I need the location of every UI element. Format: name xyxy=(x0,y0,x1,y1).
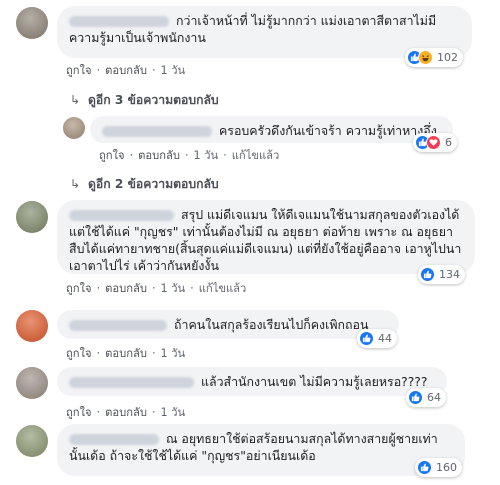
like-link[interactable]: ถูกใจ xyxy=(66,64,92,77)
laughing-face-icon xyxy=(418,50,433,65)
reaction-summary[interactable]: 160 xyxy=(415,458,462,477)
comment-bubble: สรุป แม่ดีเจแมน ให้ดีเจแมนใช้นามสกุลของต… xyxy=(57,200,475,274)
timestamp[interactable]: 1 วัน xyxy=(161,347,186,360)
comment-actions: ถูกใจ · ตอบกลับ · 1 วัน xyxy=(66,64,186,77)
edited-label[interactable]: แก้ไขแล้ว xyxy=(199,282,247,295)
like-link[interactable]: ถูกใจ xyxy=(66,406,92,419)
commenter-name[interactable] xyxy=(69,16,169,27)
commenter-name[interactable] xyxy=(102,126,212,137)
commenter-name[interactable] xyxy=(69,320,167,331)
comment-actions: ถูกใจ · ตอบกลับ · 1 วัน · แก้ไขแล้ว xyxy=(66,282,247,295)
avatar[interactable] xyxy=(16,201,48,233)
comment-bubble: ถ้าคนในสกุลร้องเรียนไปก็คงเพิกถอน xyxy=(57,310,399,339)
comment-actions: ถูกใจ · ตอบกลับ · 1 วัน xyxy=(66,406,186,419)
thumbs-up-icon xyxy=(408,390,423,405)
avatar[interactable] xyxy=(16,367,48,399)
reaction-count: 134 xyxy=(439,268,460,281)
commenter-name[interactable] xyxy=(69,210,174,221)
reply-link[interactable]: ตอบกลับ xyxy=(105,347,147,360)
reaction-count: 64 xyxy=(427,391,441,404)
comment-bubble: แล้วสำนักงานเขต ไม่มีความรู้เลยหรอ???? xyxy=(57,367,447,396)
comment-bubble: ครอบครัวดึงกันเข้าจร้า ความรู้เท่าหางอึ่… xyxy=(90,116,453,143)
comment-bubble: ณ อยุทธยาใช้ต่อสร้อยนามสกุลได้ทางสายผู้ช… xyxy=(57,424,465,476)
reply-link[interactable]: ตอบกลับ xyxy=(138,149,180,162)
timestamp[interactable]: 1 วัน xyxy=(194,149,219,162)
thumbs-up-icon xyxy=(359,331,374,346)
timestamp[interactable]: 1 วัน xyxy=(161,406,186,419)
reaction-summary[interactable]: 134 xyxy=(418,265,465,284)
timestamp[interactable]: 1 วัน xyxy=(161,282,186,295)
thumbs-up-icon xyxy=(417,460,432,475)
commenter-name[interactable] xyxy=(69,377,194,388)
like-link[interactable]: ถูกใจ xyxy=(66,347,92,360)
edited-label[interactable]: แก้ไขแล้ว xyxy=(232,149,280,162)
like-link[interactable]: ถูกใจ xyxy=(66,282,92,295)
reaction-summary[interactable]: 102 xyxy=(405,48,463,67)
comment-text: ครอบครัวดึงกันเข้าจร้า ความรู้เท่าหางอึ่… xyxy=(219,123,437,138)
commenter-name[interactable] xyxy=(69,434,159,445)
avatar[interactable] xyxy=(16,7,48,39)
reaction-count: 6 xyxy=(445,136,452,149)
reply-link[interactable]: ตอบกลับ xyxy=(105,406,147,419)
thumbs-up-icon xyxy=(420,267,435,282)
avatar[interactable] xyxy=(63,117,85,139)
comment-actions: ถูกใจ · ตอบกลับ · 1 วัน · แก้ไขแล้ว xyxy=(99,149,280,162)
reaction-summary[interactable]: 44 xyxy=(357,329,397,348)
reply-link[interactable]: ตอบกลับ xyxy=(105,64,147,77)
reaction-count: 44 xyxy=(378,332,392,345)
reply-arrow-icon: ↳ xyxy=(70,177,81,191)
avatar[interactable] xyxy=(16,425,48,457)
reaction-count: 102 xyxy=(437,51,458,64)
view-more-replies[interactable]: ↳ ดูอีก 3 ข้อความตอบกลับ xyxy=(70,91,219,110)
comment-text: แล้วสำนักงานเขต ไม่มีความรู้เลยหรอ???? xyxy=(201,374,428,389)
reply-link[interactable]: ตอบกลับ xyxy=(105,282,147,295)
avatar[interactable] xyxy=(16,310,48,342)
timestamp[interactable]: 1 วัน xyxy=(161,64,186,77)
like-link[interactable]: ถูกใจ xyxy=(99,149,125,162)
comment-text: ถ้าคนในสกุลร้องเรียนไปก็คงเพิกถอน xyxy=(174,317,369,332)
reaction-count: 160 xyxy=(436,461,457,474)
reply-arrow-icon: ↳ xyxy=(70,93,81,107)
reaction-summary[interactable]: 64 xyxy=(406,388,446,407)
comment-actions: ถูกใจ · ตอบกลับ · 1 วัน xyxy=(66,347,186,360)
heart-icon xyxy=(426,135,441,150)
view-more-replies[interactable]: ↳ ดูอีก 2 ข้อความตอบกลับ xyxy=(70,175,219,194)
reaction-summary[interactable]: 6 xyxy=(413,133,457,152)
